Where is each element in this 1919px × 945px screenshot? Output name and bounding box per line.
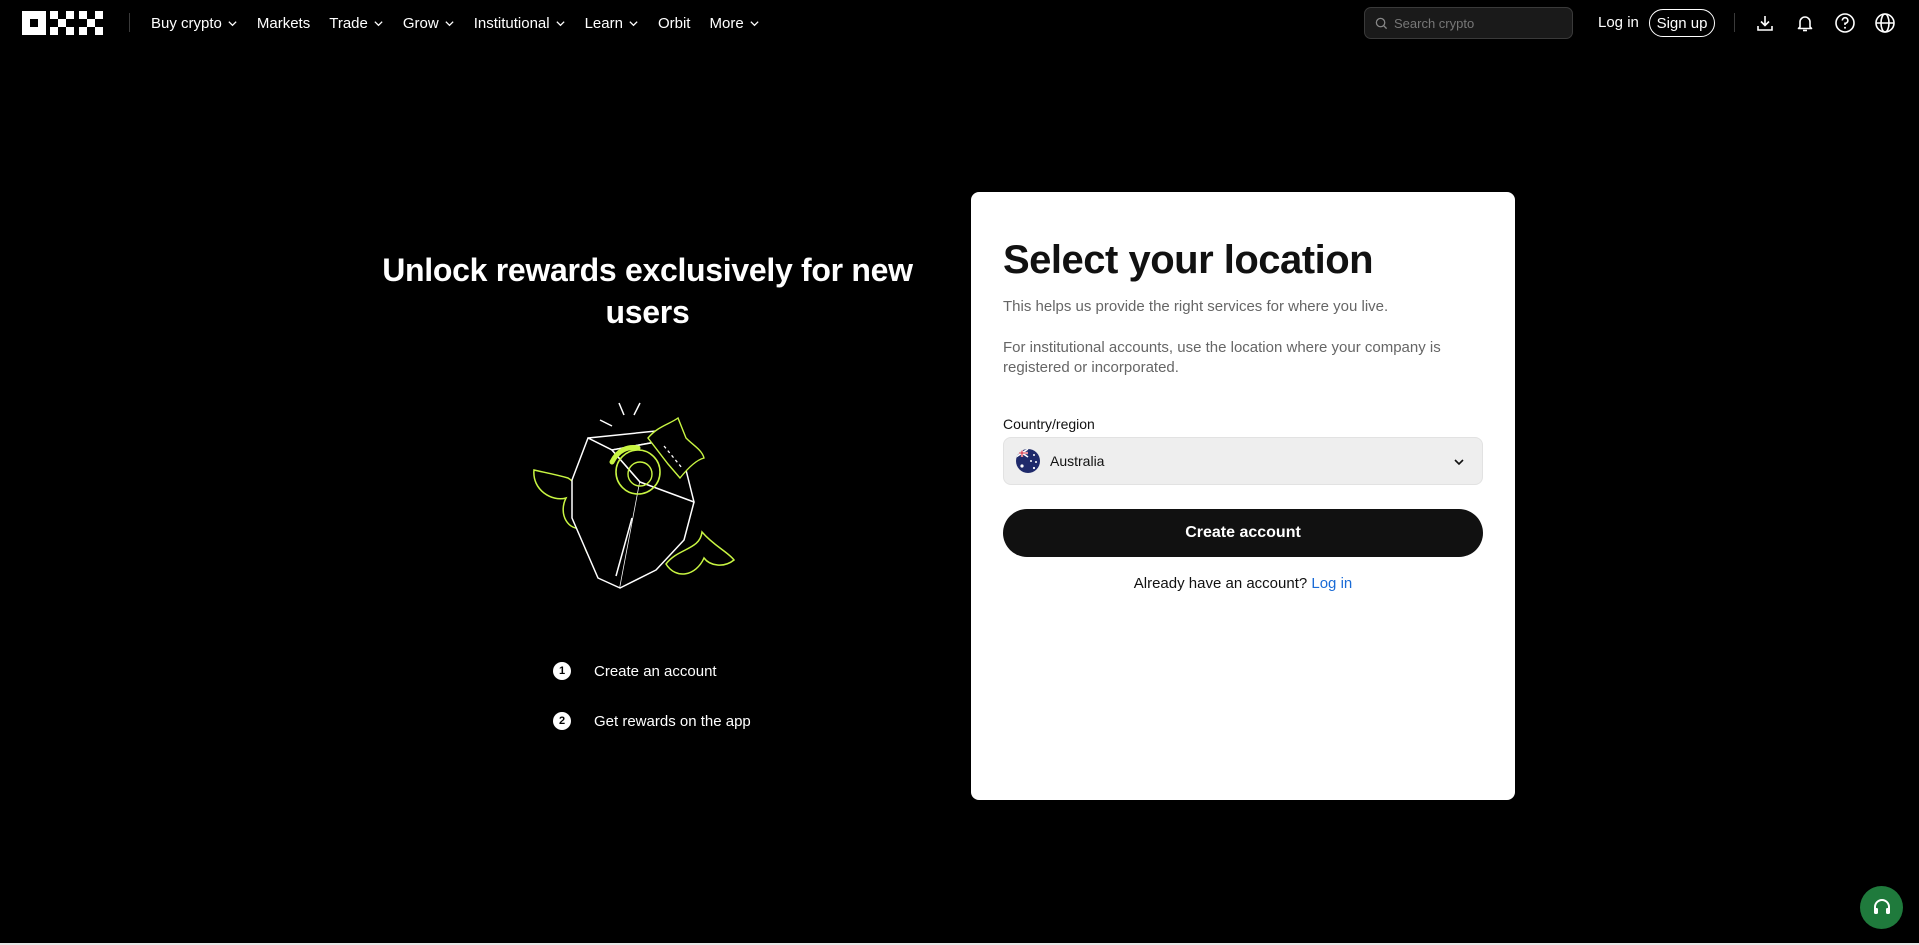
nav-learn[interactable]: Learn (585, 15, 639, 32)
nav-buy-crypto[interactable]: Buy crypto (151, 15, 238, 32)
step-number-badge: 2 (553, 712, 571, 730)
chevron-down-icon (445, 20, 454, 26)
card-title: Select your location (1003, 238, 1374, 282)
country-field-label: Country/region (1003, 416, 1095, 432)
promo-step: 2 Get rewards on the app (553, 712, 751, 730)
headset-icon (1873, 898, 1890, 914)
globe-icon[interactable] (1873, 11, 1897, 35)
top-nav-bar: Buy crypto Markets Trade Grow Institutio… (0, 0, 1919, 46)
nav-institutional[interactable]: Institutional (474, 15, 566, 32)
signup-button[interactable]: Sign up (1649, 9, 1715, 37)
nav-label: Buy crypto (151, 14, 222, 32)
chevron-down-icon (228, 20, 237, 26)
bell-icon[interactable] (1793, 11, 1817, 35)
nav-label: Institutional (473, 14, 550, 32)
header-divider (1734, 13, 1735, 32)
header-login-link[interactable]: Log in (1598, 14, 1639, 31)
gift-box-illustration (528, 398, 764, 590)
download-icon[interactable] (1753, 11, 1777, 35)
promo-title: Unlock rewards exclusively for new users (370, 249, 925, 333)
login-prompt: Already have an account? Log in (971, 575, 1515, 592)
nav-label: Learn (584, 14, 623, 32)
okx-logo[interactable] (22, 11, 103, 35)
nav-divider (129, 13, 130, 32)
promo-title-line: Unlock rewards exclusively for new (382, 252, 913, 288)
nav-label: Grow (402, 14, 439, 32)
nav-label: Orbit (657, 14, 691, 32)
card-subtitle: This helps us provide the right services… (1003, 298, 1389, 315)
nav-markets[interactable]: Markets (257, 15, 310, 32)
login-prompt-text: Already have an account? (1133, 575, 1308, 592)
search-icon (1375, 17, 1388, 29)
chevron-down-icon (750, 20, 759, 26)
australia-flag-icon (1016, 449, 1040, 473)
chevron-down-icon (629, 20, 638, 26)
nav-label: Markets (256, 14, 311, 32)
country-select[interactable]: Australia (1003, 437, 1483, 485)
nav-label: More (709, 14, 744, 32)
step-label: Get rewards on the app (594, 712, 751, 730)
search-box[interactable] (1364, 7, 1573, 39)
search-input[interactable] (1394, 15, 1564, 31)
location-card: Select your location This helps us provi… (971, 192, 1515, 800)
help-icon[interactable] (1833, 11, 1857, 35)
nav-grow[interactable]: Grow (403, 15, 455, 32)
promo-step: 1 Create an account (553, 662, 717, 680)
step-label: Create an account (594, 662, 717, 680)
nav-trade[interactable]: Trade (329, 15, 384, 32)
chevron-down-icon (1454, 459, 1464, 466)
promo-title-line: users (605, 294, 690, 330)
main-nav: Buy crypto Markets Trade Grow Institutio… (151, 0, 779, 46)
card-note: For institutional accounts, use the loca… (1003, 339, 1441, 376)
step-number-badge: 1 (553, 662, 571, 680)
nav-more[interactable]: More (709, 15, 759, 32)
login-link[interactable]: Log in (1311, 575, 1352, 592)
selected-country: Australia (1050, 453, 1105, 469)
create-account-button[interactable]: Create account (1003, 509, 1483, 557)
chevron-down-icon (555, 20, 565, 26)
chevron-down-icon (374, 20, 383, 26)
nav-orbit[interactable]: Orbit (658, 15, 691, 32)
support-chat-button[interactable] (1860, 886, 1903, 929)
nav-label: Trade (329, 14, 368, 32)
